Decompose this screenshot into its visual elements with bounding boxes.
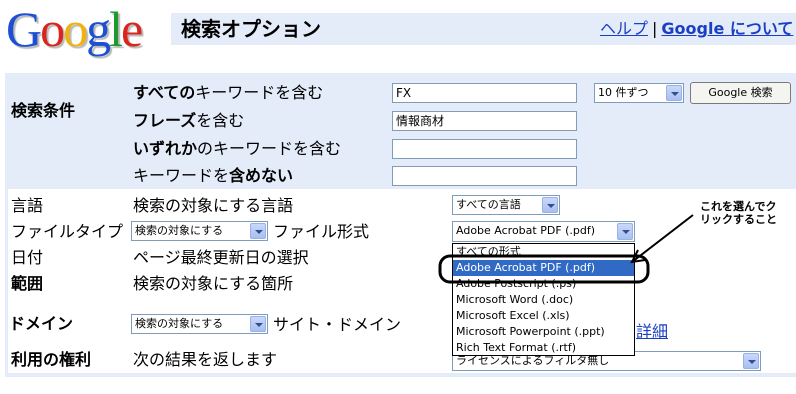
annotation-line: これを選んでク: [700, 200, 777, 213]
annotation-overlay: [438, 214, 694, 284]
annotation-arrow: [631, 214, 694, 263]
annotation-line: リックすること: [700, 213, 777, 226]
annotation-note: これを選んでク リックすること: [700, 200, 777, 226]
highlight-ellipse: [438, 254, 650, 284]
